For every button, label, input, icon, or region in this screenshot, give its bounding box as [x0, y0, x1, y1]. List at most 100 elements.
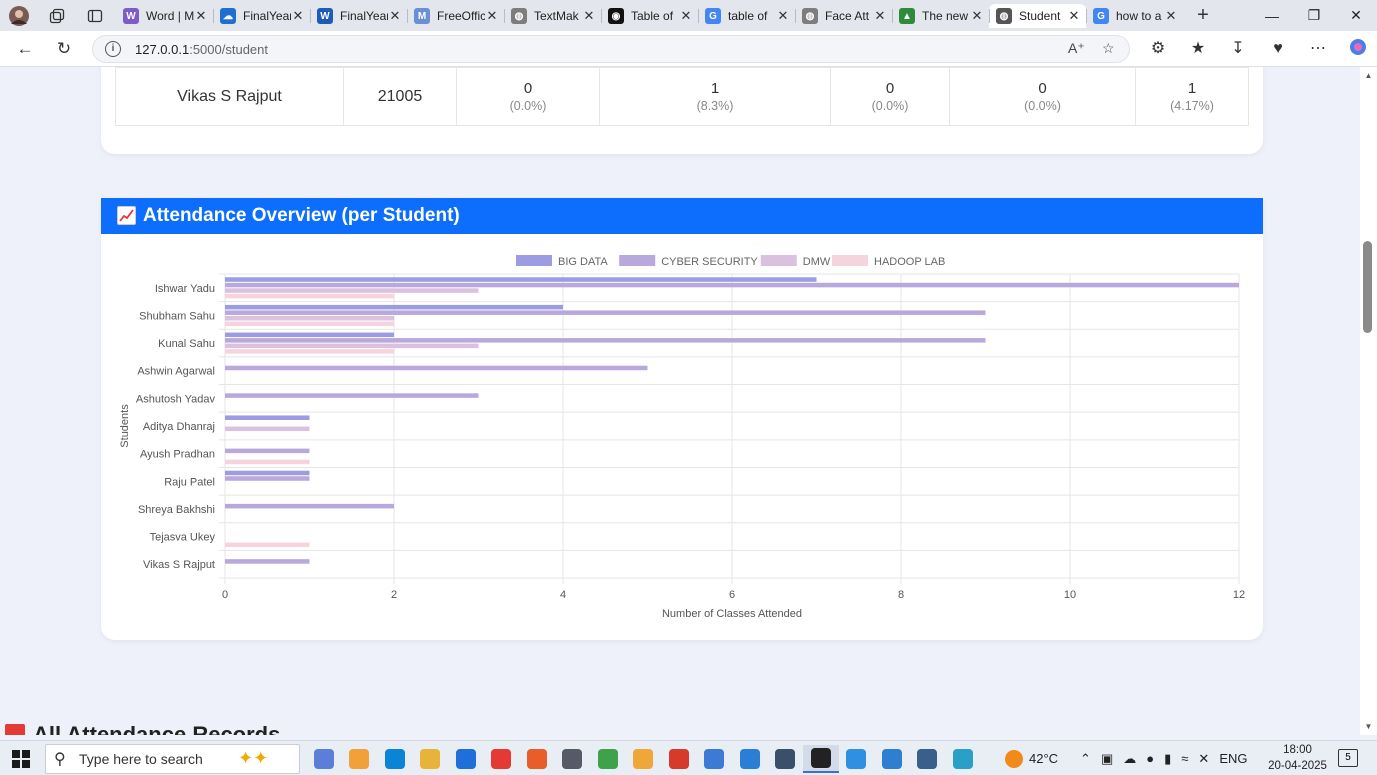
wifi-icon[interactable]: ≈	[1181, 751, 1188, 766]
favorite-star-icon[interactable]: ☆	[1102, 40, 1115, 57]
browser-tab[interactable]: ◍ Face Att ✕	[795, 4, 892, 28]
language-indicator[interactable]: ENG	[1219, 751, 1247, 766]
windows-start-icon[interactable]	[12, 750, 30, 768]
browser-tab[interactable]: W Word | M ✕	[116, 4, 213, 28]
close-tab-icon[interactable]: ✕	[194, 8, 208, 24]
legend-swatch	[760, 255, 797, 266]
y-tick-label: Aditya Dhanraj	[143, 421, 215, 433]
browser-tab[interactable]: Gtable of ✕	[698, 4, 795, 28]
x-tick-label: 0	[222, 589, 228, 601]
refresh-icon[interactable]: ↻	[53, 39, 75, 59]
close-tab-icon[interactable]: ✕	[1164, 8, 1178, 24]
browser-tab[interactable]: ▲ The new ✕	[892, 4, 989, 28]
close-window-icon[interactable]: ✕	[1335, 0, 1377, 31]
tab-actions-icon[interactable]	[76, 0, 114, 31]
taskbar-app-icon[interactable]	[839, 745, 875, 773]
card-title: Attendance Overview (per Student)	[143, 205, 460, 226]
close-tab-icon[interactable]: ✕	[388, 8, 402, 24]
taskbar-search-input[interactable]	[79, 751, 229, 767]
taskbar-app-icon[interactable]	[661, 745, 697, 773]
close-tab-icon[interactable]: ✕	[970, 8, 984, 24]
weather-temp[interactable]: 42°C	[1029, 751, 1058, 766]
browser-tab[interactable]: M FreeOffic ✕	[407, 4, 504, 28]
taskbar-app-icon[interactable]	[874, 745, 910, 773]
browser-tab[interactable]: W FinalYear ✕	[310, 4, 407, 28]
taskbar-app-icon[interactable]	[342, 745, 378, 773]
address-bar[interactable]: i 127.0.0.1:5000/student A⁺ ☆	[92, 35, 1130, 63]
tab-title: FinalYear	[243, 9, 291, 23]
microphone-icon[interactable]: ●	[1146, 751, 1154, 766]
copilot-icon[interactable]	[1338, 38, 1377, 60]
profile-avatar-icon[interactable]	[0, 0, 38, 31]
taskbar-app-icon[interactable]	[626, 745, 662, 773]
total-cell: 1 (4.17%)	[1136, 68, 1249, 125]
tab-title: how to a	[1116, 9, 1162, 23]
tab-title: The new	[922, 9, 969, 23]
y-tick-label: Tejasva Ukey	[150, 532, 216, 544]
tray-app-icon[interactable]: ▣	[1101, 751, 1113, 767]
attended-count: 1	[710, 80, 720, 97]
taskbar-app-icon[interactable]	[519, 745, 555, 773]
taskbar-app-icon[interactable]	[413, 745, 449, 773]
more-menu-icon[interactable]: ⋯	[1298, 38, 1338, 60]
close-tab-icon[interactable]: ✕	[582, 8, 596, 24]
chart-bar	[225, 343, 479, 349]
table-row: Vikas S Rajput 21005 0 (0.0%) 1 (8.3%) 0 (0…	[115, 67, 1249, 126]
notifications-icon[interactable]: 5	[1338, 749, 1358, 767]
weather-icon[interactable]	[1005, 749, 1023, 768]
taskbar-app-icon[interactable]	[484, 745, 520, 773]
site-info-icon[interactable]: i	[105, 41, 121, 57]
taskbar-app-icon[interactable]	[697, 745, 733, 773]
chart-bar	[225, 293, 394, 299]
taskbar-search[interactable]: ⚲ ✦✦	[45, 744, 300, 774]
close-tab-icon[interactable]: ✕	[1067, 8, 1081, 24]
downloads-icon[interactable]: ↧	[1218, 38, 1258, 60]
taskbar-app-icon[interactable]	[910, 745, 946, 773]
volume-muted-icon[interactable]: ✕	[1198, 751, 1209, 767]
scroll-down-icon[interactable]: ▼	[1360, 722, 1377, 731]
workspaces-icon[interactable]	[38, 0, 76, 31]
taskbar-app-icon[interactable]	[732, 745, 768, 773]
taskbar-app-icon[interactable]	[945, 745, 981, 773]
browser-tab[interactable]: ◉ Table of ✕	[601, 4, 698, 28]
scroll-up-icon[interactable]: ▲	[1360, 71, 1377, 80]
show-hidden-icons-icon[interactable]: ⌃	[1080, 751, 1091, 767]
taskbar-app-icon[interactable]	[377, 745, 413, 773]
tab-title: Face Att	[825, 9, 870, 23]
search-highlight-icon: ✦✦	[238, 748, 269, 768]
close-tab-icon[interactable]: ✕	[776, 8, 790, 24]
taskbar-app-icon[interactable]	[768, 745, 804, 773]
chart-increasing-icon	[117, 206, 136, 225]
taskbar-app-icon[interactable]	[590, 745, 626, 773]
browser-tab[interactable]: ◍ TextMak ✕	[504, 4, 601, 28]
taskbar-app-icon[interactable]	[306, 745, 342, 773]
extensions-icon[interactable]: ⚙	[1138, 38, 1178, 60]
taskbar-app-icon[interactable]	[555, 745, 591, 773]
battery-icon[interactable]: ▮	[1164, 751, 1171, 767]
browser-essentials-icon[interactable]: ♥	[1258, 38, 1298, 60]
url-text[interactable]: 127.0.0.1:5000/student	[135, 42, 268, 57]
back-icon[interactable]: ←	[14, 39, 36, 59]
close-tab-icon[interactable]: ✕	[873, 8, 887, 24]
tab-active[interactable]: ◍ Student ✕	[989, 4, 1086, 28]
tab-favicon-icon: G	[1093, 8, 1109, 24]
browser-tab[interactable]: ☁ FinalYear ✕	[213, 4, 310, 28]
browser-tab[interactable]: Ghow to a ✕	[1086, 4, 1183, 28]
attended-percent: (4.17%)	[1170, 99, 1214, 113]
close-tab-icon[interactable]: ✕	[679, 8, 693, 24]
close-tab-icon[interactable]: ✕	[485, 8, 499, 24]
scrollbar-thumb[interactable]	[1363, 241, 1372, 333]
new-tab-button[interactable]: +	[1191, 4, 1215, 26]
minimize-icon[interactable]: —	[1251, 0, 1293, 31]
favorites-icon[interactable]: ★	[1178, 38, 1218, 60]
attended-count: 0	[885, 80, 895, 97]
restore-icon[interactable]: ❐	[1293, 0, 1335, 31]
close-tab-icon[interactable]: ✕	[291, 8, 305, 24]
tab-title: Table of	[631, 9, 674, 23]
read-aloud-icon[interactable]: A⁺	[1068, 40, 1085, 57]
taskbar-app-icon[interactable]	[448, 745, 484, 773]
onedrive-icon[interactable]: ☁	[1123, 751, 1136, 767]
taskbar-app-icon[interactable]	[803, 745, 839, 773]
page-scrollbar[interactable]: ▲ ▼	[1360, 67, 1377, 735]
clock[interactable]: 18:00 20-04-2025	[1260, 742, 1335, 774]
